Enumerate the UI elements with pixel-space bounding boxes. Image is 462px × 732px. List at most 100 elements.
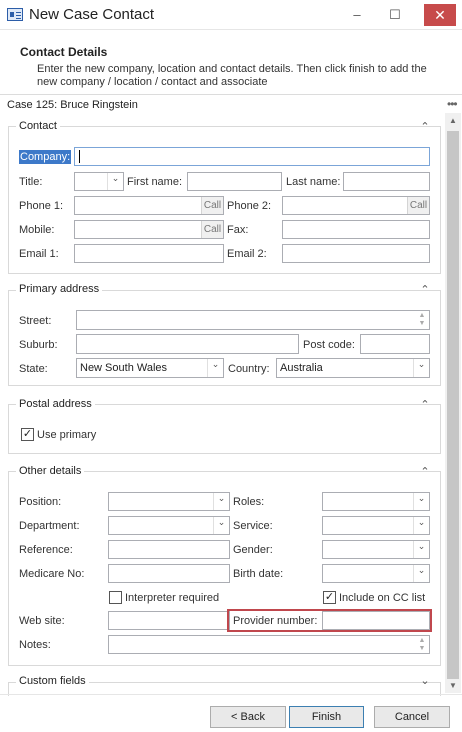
phone1-call-button[interactable]: Call xyxy=(201,197,223,214)
interpreter-label: Interpreter required xyxy=(125,592,220,604)
phone1-input[interactable]: Call xyxy=(74,196,224,215)
page-title: Contact Details xyxy=(20,45,108,59)
department-select[interactable]: ⌄ xyxy=(108,516,230,535)
primary-address-title: Primary address xyxy=(16,283,103,295)
service-select[interactable]: ⌄ xyxy=(322,516,430,535)
notes-label: Notes: xyxy=(19,639,51,651)
cancel-button[interactable]: Cancel xyxy=(374,706,450,728)
street-input[interactable]: ▲ ▼ xyxy=(76,310,430,330)
website-input[interactable] xyxy=(108,611,230,630)
title-select[interactable]: ⌄ xyxy=(74,172,124,191)
use-primary-checkbox[interactable]: ✓ xyxy=(21,428,34,441)
birth-date-label: Birth date: xyxy=(233,568,284,580)
title-label: Title: xyxy=(19,176,43,188)
postal-address-title: Postal address xyxy=(16,398,95,410)
finish-button[interactable]: Finish xyxy=(289,706,364,728)
last-name-input[interactable] xyxy=(343,172,430,191)
cc-list-label: Include on CC list xyxy=(339,592,426,604)
first-name-input[interactable] xyxy=(187,172,282,191)
chevron-down-icon: ⌄ xyxy=(413,541,429,558)
custom-fields-expand-icon[interactable]: ⌄ xyxy=(418,675,432,687)
website-label: Web site: xyxy=(19,615,65,627)
header-divider xyxy=(0,94,462,95)
window-title: New Case Contact xyxy=(29,6,155,23)
position-select[interactable]: ⌄ xyxy=(108,492,230,511)
phone2-call-button[interactable]: Call xyxy=(407,197,429,214)
app-icon xyxy=(7,8,23,21)
email1-label: Email 1: xyxy=(19,248,59,260)
medicare-label: Medicare No: xyxy=(19,568,85,580)
spin-up-icon: ▲ xyxy=(418,312,426,319)
interpreter-checkbox[interactable] xyxy=(109,591,122,604)
more-options-icon[interactable]: ••• xyxy=(447,97,458,111)
chevron-down-icon: ⌄ xyxy=(213,517,229,534)
last-name-label: Last name: xyxy=(286,176,341,188)
first-name-label: First name: xyxy=(127,176,183,188)
notes-input[interactable]: ▲ ▼ xyxy=(108,635,430,654)
chevron-down-icon: ⌄ xyxy=(413,359,429,377)
suburb-label: Suburb: xyxy=(19,339,58,351)
suburb-input[interactable] xyxy=(76,334,299,354)
email2-label: Email 2: xyxy=(227,248,267,260)
cc-list-checkbox[interactable]: ✓ xyxy=(323,591,336,604)
provider-label: Provider number: xyxy=(233,615,318,627)
birth-date-select[interactable]: ⌄ xyxy=(322,564,430,583)
contact-collapse-icon[interactable]: ⌃ xyxy=(418,121,432,133)
custom-fields-title: Custom fields xyxy=(16,675,89,687)
fax-label: Fax: xyxy=(227,224,249,236)
contact-group-title: Contact xyxy=(16,120,60,132)
department-label: Department: xyxy=(19,520,80,532)
chevron-down-icon: ⌄ xyxy=(207,359,223,377)
back-button[interactable]: < Back xyxy=(210,706,286,728)
chevron-down-icon: ⌄ xyxy=(213,493,229,510)
phone2-label: Phone 2: xyxy=(227,200,272,212)
close-button[interactable]: ✕ xyxy=(424,4,456,26)
chevron-down-icon: ⌄ xyxy=(107,173,123,190)
provider-input[interactable] xyxy=(322,611,430,630)
phone2-input[interactable]: Call xyxy=(282,196,430,215)
gender-select[interactable]: ⌄ xyxy=(322,540,430,559)
mobile-call-button[interactable]: Call xyxy=(201,221,223,238)
state-select[interactable]: New South Wales ⌄ xyxy=(76,358,224,378)
postal-address-collapse-icon[interactable]: ⌃ xyxy=(418,399,432,411)
primary-address-collapse-icon[interactable]: ⌃ xyxy=(418,284,432,296)
mobile-label: Mobile: xyxy=(19,224,55,236)
postcode-input[interactable] xyxy=(360,334,430,354)
fax-input[interactable] xyxy=(282,220,430,239)
country-label: Country: xyxy=(228,363,270,375)
country-value: Australia xyxy=(280,362,323,374)
scroll-up-icon[interactable]: ▲ xyxy=(445,113,461,129)
reference-input[interactable] xyxy=(108,540,230,559)
roles-label: Roles: xyxy=(233,496,265,508)
company-input[interactable] xyxy=(74,147,430,166)
case-label: Case 125: Bruce Ringstein xyxy=(7,99,138,111)
email2-input[interactable] xyxy=(282,244,430,263)
state-label: State: xyxy=(19,363,48,375)
spin-down-icon: ▼ xyxy=(418,320,426,327)
roles-select[interactable]: ⌄ xyxy=(322,492,430,511)
position-label: Position: xyxy=(19,496,62,508)
reference-label: Reference: xyxy=(19,544,73,556)
chevron-down-icon: ⌄ xyxy=(413,493,429,510)
page-description: Enter the new company, location and cont… xyxy=(37,63,427,88)
spin-down-icon: ▼ xyxy=(418,645,426,652)
postcode-label: Post code: xyxy=(303,339,355,351)
use-primary-label: Use primary xyxy=(37,429,97,441)
country-select[interactable]: Australia ⌄ xyxy=(276,358,430,378)
other-details-title: Other details xyxy=(16,465,85,477)
email1-input[interactable] xyxy=(74,244,224,263)
spin-up-icon: ▲ xyxy=(418,637,426,644)
phone1-label: Phone 1: xyxy=(19,200,64,212)
scrollbar-thumb[interactable] xyxy=(447,131,459,679)
other-details-collapse-icon[interactable]: ⌃ xyxy=(418,466,432,478)
minimize-button[interactable]: – xyxy=(345,6,369,24)
scroll-down-icon[interactable]: ▼ xyxy=(445,678,461,694)
footer-divider xyxy=(0,694,462,695)
chevron-down-icon: ⌄ xyxy=(413,565,429,582)
street-label: Street: xyxy=(19,315,52,327)
medicare-input[interactable] xyxy=(108,564,230,583)
state-value: New South Wales xyxy=(80,362,168,374)
maximize-button[interactable]: ☐ xyxy=(383,6,407,24)
mobile-input[interactable]: Call xyxy=(74,220,224,239)
gender-label: Gender: xyxy=(233,544,273,556)
